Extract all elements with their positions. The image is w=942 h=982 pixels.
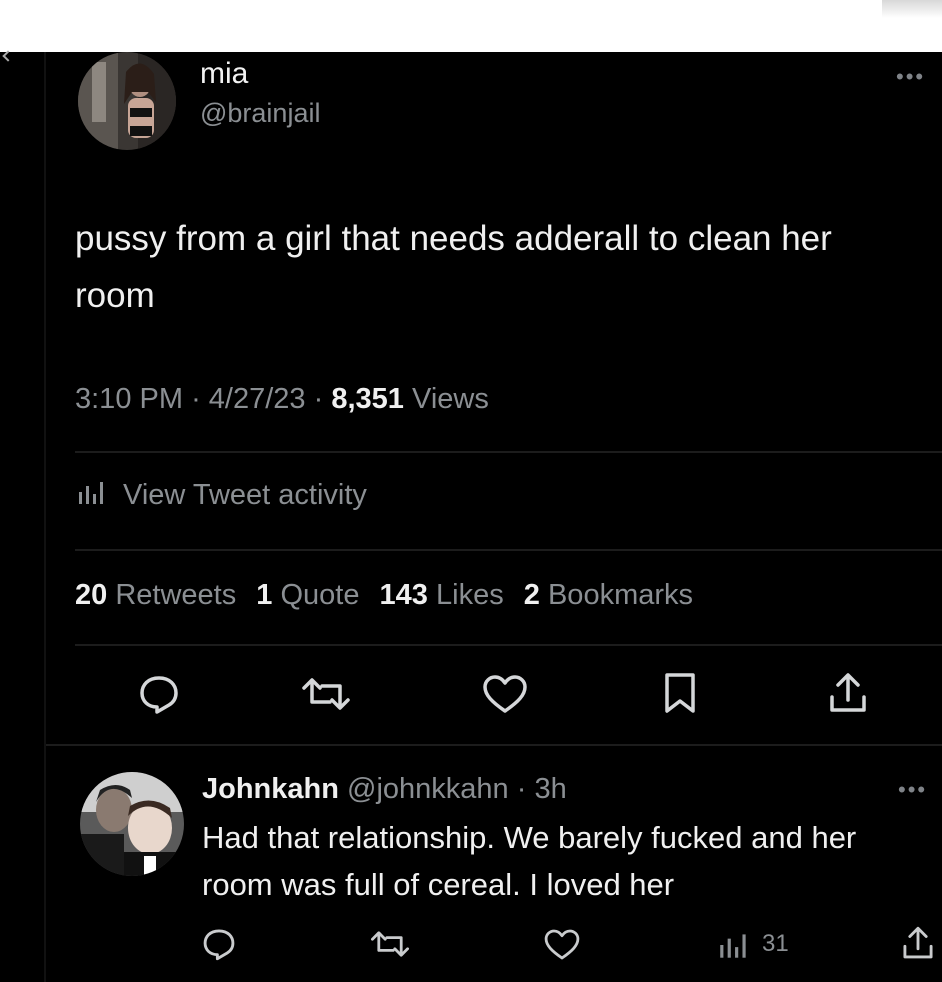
avatar[interactable] [78,52,176,150]
bar-chart-icon [75,479,109,512]
tweet-date: 4/27/23 [208,383,306,415]
bookmarks-count[interactable]: 2 [524,579,540,611]
retweets-count[interactable]: 20 [75,579,107,611]
engagement-stats: 20 Retweets 1 Quote 143 Likes 2 Bookmark… [75,579,693,612]
more-options-icon[interactable]: ••• [896,64,925,90]
share-icon[interactable] [826,670,870,716]
reply-age: 3h [534,773,567,805]
retweet-icon[interactable] [296,674,356,714]
reply-separator: · [516,773,527,805]
likes-label[interactable]: Likes [436,579,504,611]
reply-avatar[interactable] [80,772,184,876]
reply-views-count: 31 [762,930,789,957]
reply-share-icon[interactable] [900,924,936,962]
meta-separator: · [191,383,201,415]
bookmarks-label[interactable]: Bookmarks [548,579,693,611]
divider [75,644,942,646]
retweets-label[interactable]: Retweets [115,579,236,611]
view-activity-link[interactable]: View Tweet activity [75,479,367,512]
views-label: Views [412,383,489,415]
author-handle[interactable]: @brainjail [200,98,320,129]
reply-speech-bubble-icon[interactable] [200,926,238,962]
divider [75,549,942,551]
status-bar-shade [882,0,942,18]
tweet-meta: 3:10 PM · 4/27/23 · 8,351 Views [75,383,489,416]
reply-heart-icon[interactable] [542,927,582,962]
reply-avatar-photo [80,772,184,876]
views-count: 8,351 [331,383,404,415]
reply-text: Had that relationship. We barely fucked … [202,820,857,902]
avatar-photo [78,52,176,150]
reply-retweet-icon[interactable] [366,928,414,960]
activity-label: View Tweet activity [123,479,367,511]
thread-divider [44,52,46,982]
speech-bubble-icon[interactable] [136,672,182,716]
reply-bar-chart-icon[interactable] [716,932,752,958]
quotes-count[interactable]: 1 [256,579,272,611]
reply-author-name[interactable]: Johnkahn [202,773,339,805]
tweet-time: 3:10 PM [75,383,183,415]
reply-header: Johnkahn @johnkkahn · 3h [202,773,567,806]
quotes-label[interactable]: Quote [280,579,359,611]
heart-icon[interactable] [480,672,530,716]
back-chevron-icon[interactable] [0,52,12,70]
bookmark-icon[interactable] [660,670,700,716]
status-bar-area [0,0,942,52]
tweet-text: pussy from a girl that needs adderall to… [75,219,832,315]
likes-count[interactable]: 143 [380,579,428,611]
divider [46,744,942,746]
author-name[interactable]: mia [200,57,248,91]
reply-more-options-icon[interactable]: ••• [898,777,927,803]
meta-separator: · [313,383,324,415]
divider [75,451,942,453]
reply-author-handle[interactable]: @johnkkahn [347,773,509,805]
